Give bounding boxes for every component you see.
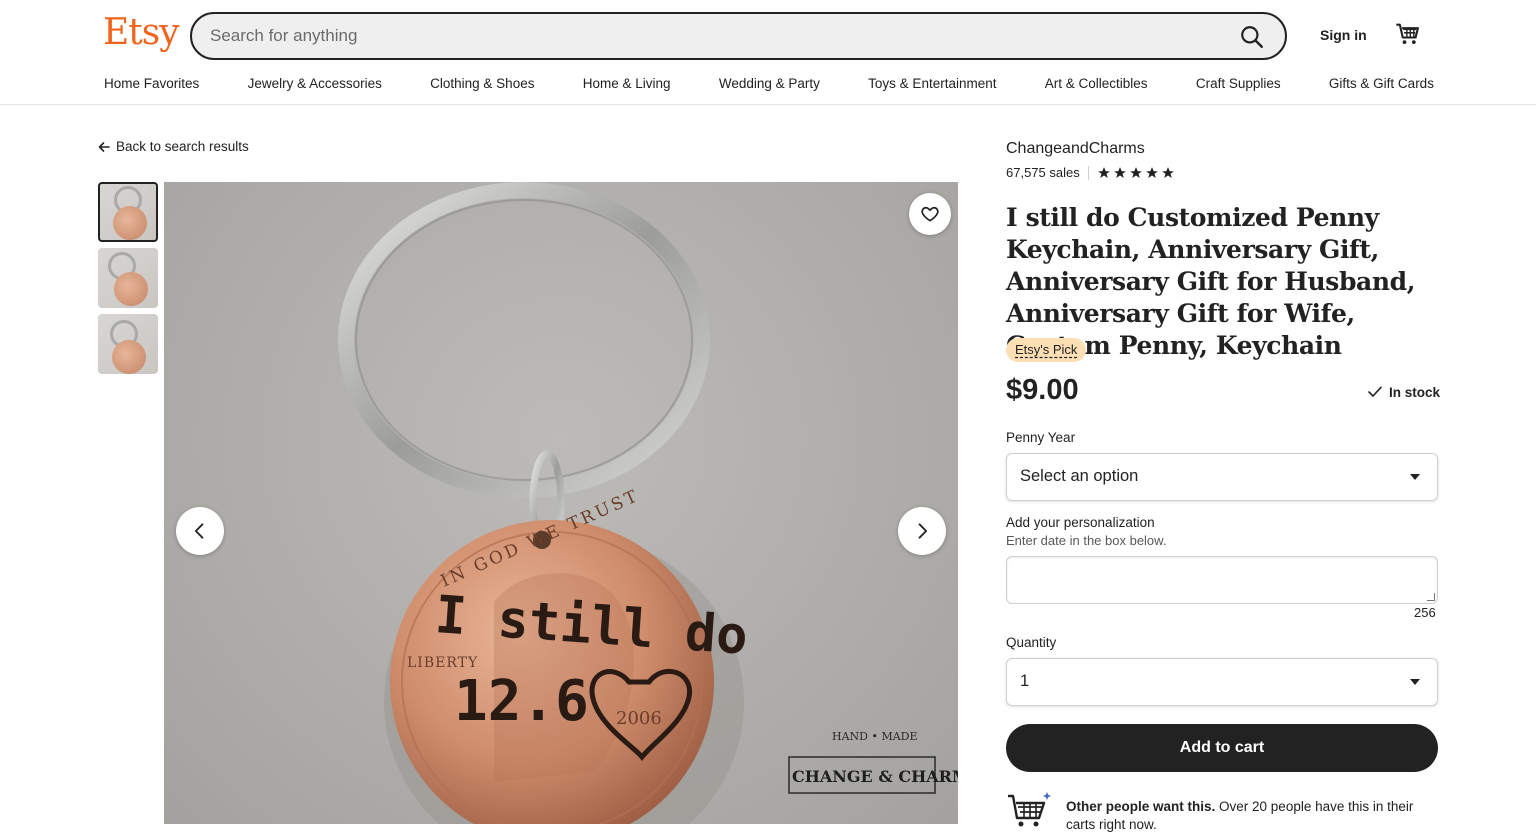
nav-clothing-shoes[interactable]: Clothing & Shoes (430, 76, 534, 94)
shop-stats: 67,575 sales (1006, 165, 1175, 180)
sales-count: 67,575 sales (1006, 165, 1080, 180)
penny-year-select[interactable]: Select an option (1006, 453, 1438, 501)
personalization-textarea[interactable] (1006, 556, 1438, 604)
chevron-right-icon (918, 523, 928, 539)
resize-handle-icon[interactable] (1427, 593, 1435, 601)
brand-top: HAND • MADE (832, 730, 918, 743)
etsy-logo[interactable]: Etsy (103, 12, 180, 53)
penny-year-value: Select an option (1020, 467, 1139, 485)
coin-line2: 12.6 (454, 669, 589, 734)
nav-wedding-party[interactable]: Wedding & Party (719, 76, 820, 94)
back-link-label: Back to search results (116, 139, 249, 154)
nav-gifts-gift-cards[interactable]: Gifts & Gift Cards (1329, 76, 1434, 94)
search-bar (190, 12, 1287, 60)
penny-year-label: Penny Year (1006, 430, 1076, 445)
thumbnail-2[interactable] (98, 248, 158, 308)
coin-year: 2006 (616, 708, 662, 729)
sign-in-link[interactable]: Sign in (1320, 27, 1367, 43)
chevron-left-icon (194, 523, 204, 539)
next-image-button[interactable] (898, 507, 946, 555)
keychain-photo: IN GOD WE TRUST I still do LIBERTY 12.6 … (338, 182, 958, 824)
nav-home-favorites[interactable]: Home Favorites (104, 76, 199, 94)
nav-jewelry-accessories[interactable]: Jewelry & Accessories (248, 76, 382, 94)
demand-text: Other people want this. Over 20 people h… (1066, 798, 1446, 834)
cart-button[interactable] (1394, 20, 1422, 48)
back-to-results-link[interactable]: Back to search results (98, 139, 249, 154)
product-main-image: IN GOD WE TRUST I still do LIBERTY 12.6 … (164, 182, 958, 824)
star-icon (1097, 166, 1110, 178)
favorite-button[interactable] (909, 193, 951, 235)
thumbnail-1[interactable] (98, 182, 158, 242)
search-button[interactable] (1239, 24, 1265, 50)
add-to-cart-button[interactable]: Add to cart (1006, 724, 1438, 772)
search-input[interactable] (210, 24, 1210, 48)
quantity-value: 1 (1020, 672, 1030, 690)
brand-name: CHANGE & CHARMS (792, 767, 958, 786)
personalization-label: Add your personalization (1006, 515, 1155, 530)
nav-home-living[interactable]: Home & Living (583, 76, 671, 94)
previous-image-button[interactable] (176, 507, 224, 555)
arrow-left-icon (98, 141, 110, 152)
shop-name-link[interactable]: ChangeandCharms (1006, 140, 1145, 158)
caret-down-icon (1410, 474, 1420, 480)
star-icon (1113, 166, 1126, 178)
checkmark-icon (1368, 386, 1382, 397)
personalization-hint: Enter date in the box below. (1006, 533, 1167, 548)
product-price: $9.00 (1006, 374, 1079, 406)
nav-craft-supplies[interactable]: Craft Supplies (1196, 76, 1281, 94)
char-counter: 256 (1414, 605, 1436, 620)
caret-down-icon (1410, 679, 1420, 685)
quantity-select[interactable]: 1 (1006, 658, 1438, 706)
stock-label: In stock (1389, 384, 1441, 400)
nav-art-collectibles[interactable]: Art & Collectibles (1045, 76, 1148, 94)
search-icon (1241, 26, 1263, 48)
nav-toys-entertainment[interactable]: Toys & Entertainment (868, 76, 996, 94)
site-header: Etsy Sign in Home Favorites Jewelry & Ac… (0, 0, 1536, 105)
demand-bold: Other people want this. (1066, 799, 1216, 814)
rating-stars[interactable] (1097, 166, 1175, 180)
category-nav: Home Favorites Jewelry & Accessories Clo… (104, 76, 1434, 94)
star-icon (1129, 166, 1142, 178)
cart-sparkle-icon (1008, 792, 1051, 827)
stock-status: In stock (1367, 384, 1440, 400)
divider (1087, 165, 1089, 180)
etsys-pick-badge[interactable]: Etsy's Pick (1006, 338, 1087, 362)
heart-icon (921, 206, 939, 222)
star-icon (1161, 166, 1174, 178)
thumbnail-3[interactable] (98, 314, 158, 374)
quantity-label: Quantity (1006, 635, 1057, 650)
cart-icon (1396, 23, 1419, 45)
demand-notice: Other people want this. Over 20 people h… (1006, 790, 1446, 832)
star-icon (1145, 166, 1158, 178)
